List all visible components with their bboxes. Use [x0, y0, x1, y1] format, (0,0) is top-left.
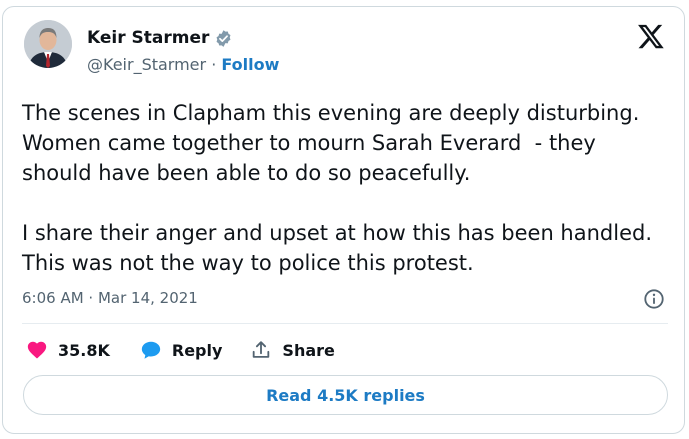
- reply-button[interactable]: Reply: [140, 339, 223, 361]
- handle-separator: ·: [211, 55, 217, 74]
- author-name-row: Keir Starmer: [87, 28, 233, 48]
- share-button[interactable]: Share: [250, 339, 335, 361]
- tweet-timestamp[interactable]: 6:06 AM · Mar 14, 2021: [22, 289, 198, 307]
- info-icon[interactable]: [643, 288, 665, 310]
- tweet-text: The scenes in Clapham this evening are d…: [22, 101, 652, 275]
- share-label: Share: [282, 340, 335, 360]
- like-button[interactable]: 35.8K: [26, 339, 110, 361]
- verified-badge-icon: [214, 29, 233, 48]
- tweet-actions: 35.8K Reply Share: [26, 337, 335, 363]
- author-name[interactable]: Keir Starmer: [87, 28, 209, 48]
- reply-icon: [141, 341, 161, 359]
- author-avatar[interactable]: [24, 20, 72, 68]
- share-icon: [253, 341, 270, 358]
- likes-count: 35.8K: [58, 340, 110, 360]
- author-handle[interactable]: @Keir_Starmer: [87, 55, 206, 74]
- x-logo-icon[interactable]: [637, 22, 665, 50]
- divider: [22, 323, 668, 324]
- author-handle-row: @Keir_Starmer · Follow: [87, 55, 279, 75]
- heart-icon: [27, 341, 47, 359]
- read-replies-button[interactable]: Read 4.5K replies: [23, 375, 668, 415]
- follow-button[interactable]: Follow: [221, 55, 279, 74]
- reply-label: Reply: [171, 340, 223, 360]
